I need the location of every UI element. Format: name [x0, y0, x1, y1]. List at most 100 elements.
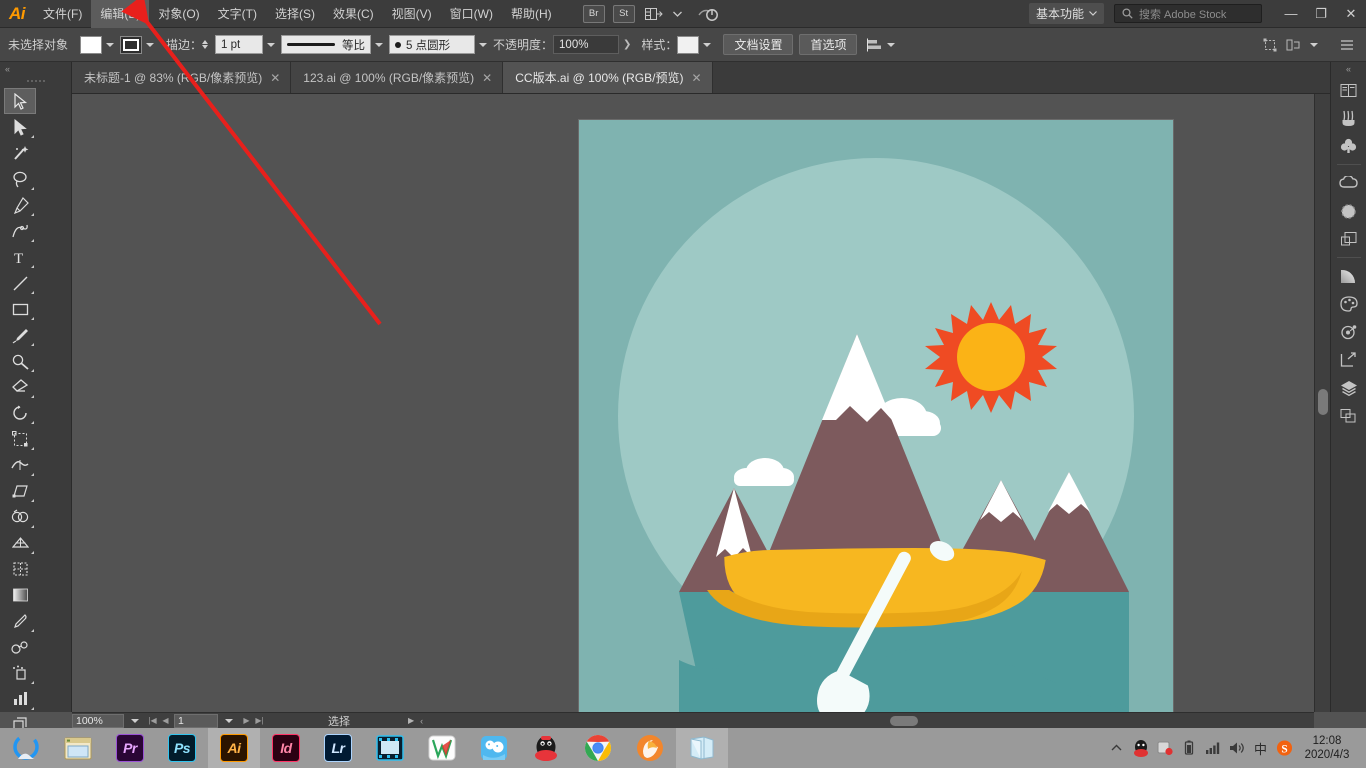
taskbar-media-encoder-icon[interactable] — [364, 728, 416, 768]
brushes-icon[interactable] — [1334, 104, 1364, 132]
lasso-tool[interactable] — [4, 166, 36, 192]
fill-color-swatch[interactable] — [80, 35, 102, 54]
menu-item-3[interactable]: 文字(T) — [209, 0, 266, 28]
fill-dropdown-icon[interactable] — [106, 42, 114, 47]
rectangle-tool[interactable] — [4, 296, 36, 322]
ime-chinese-icon[interactable]: 中 — [1252, 738, 1269, 758]
taskbar-wps-office-icon[interactable] — [416, 728, 468, 768]
taskbar-indesign-icon[interactable]: Id — [260, 728, 312, 768]
bridge-button[interactable]: Br — [582, 4, 605, 23]
taskbar-clock[interactable]: 12:08 2020/4/3 — [1300, 734, 1358, 762]
restore-button[interactable]: ❐ — [1306, 0, 1336, 28]
qq-tray-icon[interactable] — [1132, 738, 1149, 758]
magic-wand-tool[interactable] — [4, 140, 36, 166]
blend-tool[interactable] — [4, 634, 36, 660]
chevron-down-icon[interactable] — [665, 3, 691, 25]
artboard[interactable] — [579, 120, 1173, 712]
opacity-flyout-icon[interactable]: ❯ — [623, 39, 631, 50]
first-page-icon[interactable]: |◀ — [146, 716, 159, 725]
close-icon[interactable]: ✕ — [270, 71, 280, 85]
symbols-icon[interactable] — [1334, 132, 1364, 160]
rotate-tool[interactable] — [4, 400, 36, 426]
artboard-dropdown-icon[interactable] — [225, 718, 233, 723]
document-tab-1[interactable]: 123.ai @ 100% (RGB/像素预览) ✕ — [291, 62, 504, 93]
align-icon[interactable] — [867, 38, 883, 52]
taskbar-alipay-icon[interactable] — [468, 728, 520, 768]
close-button[interactable]: ✕ — [1336, 0, 1366, 28]
canvas-area[interactable] — [72, 94, 1314, 712]
eraser-tool[interactable] — [4, 374, 36, 400]
stock-button[interactable]: St — [612, 4, 635, 23]
align-dropdown-icon[interactable] — [887, 42, 896, 47]
taskbar-chrome-icon[interactable] — [572, 728, 624, 768]
zoom-level-field[interactable]: 100% — [72, 713, 124, 728]
battery-icon[interactable] — [1180, 738, 1197, 758]
status-menu-icon[interactable]: ▶ — [408, 716, 414, 725]
paintbrush-tool[interactable] — [4, 322, 36, 348]
variable-width-profile-field[interactable]: 等比 — [281, 35, 372, 54]
taskbar-photoshop-icon[interactable]: Ps — [156, 728, 208, 768]
panels-expand-icon[interactable]: « — [1331, 62, 1366, 76]
menu-item-8[interactable]: 帮助(H) — [502, 0, 561, 28]
sogou-input-icon[interactable]: S — [1276, 738, 1293, 758]
tools-panel-collapse[interactable]: « — [0, 62, 71, 76]
workspace-switcher[interactable]: 基本功能 — [1028, 3, 1104, 24]
mesh-tool[interactable] — [4, 556, 36, 582]
close-icon[interactable]: ✕ — [691, 71, 701, 85]
stroke-weight-stepper[interactable] — [202, 40, 212, 49]
document-setup-button[interactable]: 文档设置 — [723, 34, 794, 55]
canvas-vscroll-thumb[interactable] — [1318, 389, 1328, 415]
appearance-icon[interactable] — [1334, 197, 1364, 225]
security-tray-icon[interactable] — [1156, 738, 1173, 758]
prev-page-icon[interactable]: ◀ — [159, 716, 172, 725]
last-page-icon[interactable]: ▶| — [253, 716, 266, 725]
line-segment-tool[interactable] — [4, 270, 36, 296]
panel-menu-icon[interactable] — [1340, 39, 1354, 51]
eyedropper-tool[interactable] — [4, 608, 36, 634]
scale-tool[interactable] — [4, 426, 36, 452]
transform-dropdown-icon[interactable] — [1310, 42, 1318, 47]
volume-icon[interactable] — [1228, 738, 1245, 758]
opacity-field[interactable]: 100% — [553, 35, 620, 54]
menu-item-5[interactable]: 效果(C) — [324, 0, 383, 28]
menu-item-6[interactable]: 视图(V) — [383, 0, 441, 28]
perspective-grid-tool[interactable] — [4, 530, 36, 556]
canvas-vertical-scrollbar[interactable] — [1314, 94, 1330, 712]
next-page-icon[interactable]: ▶ — [240, 716, 253, 725]
width-tool[interactable] — [4, 452, 36, 478]
graphic-style-swatch[interactable] — [677, 35, 700, 54]
document-tab-2[interactable]: CC版本.ai @ 100% (RGB/预览) ✕ — [503, 62, 713, 93]
taskbar-notepad-icon[interactable] — [676, 728, 728, 768]
network-icon[interactable] — [1204, 738, 1221, 758]
close-icon[interactable]: ✕ — [482, 71, 492, 85]
direct-selection-tool[interactable] — [4, 114, 36, 140]
brush-dropdown-icon[interactable] — [479, 42, 488, 47]
tools-panel-drag-handle[interactable] — [0, 76, 71, 86]
shape-builder-tool[interactable] — [4, 504, 36, 530]
selection-tool[interactable] — [4, 88, 36, 114]
taskbar-firefox-icon[interactable] — [624, 728, 676, 768]
stroke-weight-field[interactable]: 1 pt — [215, 35, 264, 54]
creative-cloud-icon[interactable] — [1334, 169, 1364, 197]
column-graph-tool[interactable] — [4, 686, 36, 712]
taskbar-file-explorer-icon[interactable] — [52, 728, 104, 768]
color-icon[interactable] — [1334, 290, 1364, 318]
taskbar-lightroom-icon[interactable]: Lr — [312, 728, 364, 768]
layers-icon[interactable] — [1334, 374, 1364, 402]
artboards-icon[interactable] — [1334, 225, 1364, 253]
brush-definition-field[interactable]: 5 点圆形 — [389, 35, 476, 54]
align-icon[interactable] — [1334, 402, 1364, 430]
sync-settings-icon[interactable] — [695, 3, 721, 25]
menu-item-1[interactable]: 编辑(E) — [91, 0, 150, 28]
menu-item-2[interactable]: 对象(O) — [149, 0, 208, 28]
stroke-weight-dropdown-icon[interactable] — [267, 42, 276, 47]
minimize-button[interactable]: — — [1276, 0, 1306, 28]
artboard-number-field[interactable]: 1 — [174, 713, 218, 728]
taskbar-premiere-pro-icon[interactable]: Pr — [104, 728, 156, 768]
gradient-tool[interactable] — [4, 582, 36, 608]
menu-item-4[interactable]: 选择(S) — [266, 0, 324, 28]
color-guide-icon[interactable] — [1334, 318, 1364, 346]
stroke-dropdown-icon[interactable] — [146, 42, 154, 47]
shaper-tool[interactable] — [4, 348, 36, 374]
preferences-button[interactable]: 首选项 — [799, 34, 858, 55]
